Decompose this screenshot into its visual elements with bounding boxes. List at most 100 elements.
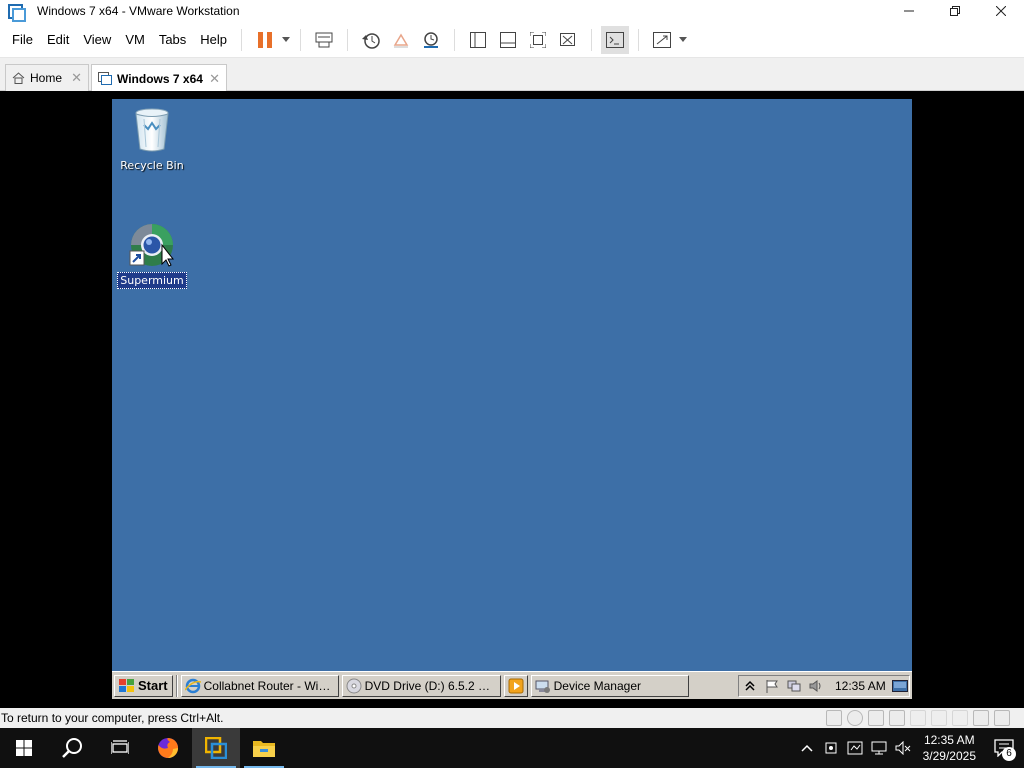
display-icon[interactable] <box>952 710 968 726</box>
tray-chevron-button[interactable] <box>795 728 819 768</box>
menu-edit[interactable]: Edit <box>41 28 75 52</box>
menu-tabs[interactable]: Tabs <box>153 28 192 52</box>
search-icon <box>62 738 82 758</box>
tray-volume-button[interactable] <box>891 728 915 768</box>
tray-volume-muted-icon <box>895 741 910 755</box>
window-title: Windows 7 x64 - VMware Workstation <box>37 4 240 18</box>
windows-start-button[interactable] <box>0 728 48 768</box>
guest-desktop[interactable]: Recycle Bin Supermium Start Collabnet Ro… <box>112 99 912 699</box>
full-screen-button[interactable] <box>524 26 552 54</box>
toolbar-separator <box>638 28 640 51</box>
guest-start-button[interactable]: Start <box>114 674 173 697</box>
menu-help[interactable]: Help <box>194 28 233 52</box>
host-clock[interactable]: 12:35 AM 3/29/2025 <box>923 732 976 764</box>
vm-display[interactable]: Recycle Bin Supermium Start Collabnet Ro… <box>0 91 1024 708</box>
revert-snapshot-button[interactable] <box>387 26 415 54</box>
guest-task-collabnet-router[interactable]: Collabnet Router - Wind... <box>180 674 339 697</box>
search-button[interactable] <box>48 728 96 768</box>
unity-button[interactable] <box>554 26 582 54</box>
tab-vm[interactable]: Windows 7 x64 ✕ <box>91 64 227 92</box>
tab-label: Windows 7 x64 <box>117 71 203 86</box>
menu-view[interactable]: View <box>77 28 117 52</box>
minimize-button[interactable] <box>886 0 932 22</box>
hard-disk-icon[interactable] <box>826 710 842 726</box>
recycle-bin-icon <box>128 105 176 153</box>
printer-icon[interactable] <box>931 710 947 726</box>
vm-settings-icon[interactable] <box>994 710 1010 726</box>
vmware-icon <box>205 737 227 759</box>
power-dropdown[interactable] <box>280 26 292 54</box>
volume-icon[interactable] <box>809 679 823 693</box>
device-icons <box>821 710 1010 726</box>
taskbar-firefox[interactable] <box>144 728 192 768</box>
tray-security-button[interactable] <box>843 728 867 768</box>
vmware-app-icon <box>7 3 26 22</box>
toolbar-separator <box>591 28 593 51</box>
desktop-icon-label: Supermium <box>117 272 187 289</box>
taskbar-file-explorer[interactable] <box>240 728 288 768</box>
network-adapter-icon[interactable] <box>868 710 884 726</box>
close-button[interactable] <box>978 0 1024 22</box>
console-view-button[interactable] <box>601 25 630 54</box>
task-label: Collabnet Router - Wind... <box>203 678 335 693</box>
vmware-statusbar: To return to your computer, press Ctrl+A… <box>0 708 1024 728</box>
full-screen-icon <box>530 31 547 48</box>
thumbnail-bar-button[interactable] <box>494 26 522 54</box>
toolbar-separator <box>300 28 302 51</box>
host-system-tray: 12:35 AM 3/29/2025 6 <box>795 728 1024 768</box>
show-hidden-icon[interactable] <box>743 679 757 693</box>
sound-card-icon[interactable] <box>910 710 926 726</box>
guest-system-tray: 12:35 AM <box>738 675 910 697</box>
tray-app-button[interactable] <box>819 728 843 768</box>
toolbar-separator <box>454 28 456 51</box>
guest-task-device-manager[interactable]: Device Manager <box>530 674 689 697</box>
tab-home[interactable]: Home ✕ <box>5 64 89 91</box>
guest-task-dvd-drive[interactable]: DVD Drive (D:) 6.5.2 driv... <box>341 674 501 697</box>
thumbnail-bar-icon <box>500 31 517 48</box>
pause-icon <box>258 31 273 48</box>
guest-clock[interactable]: 12:35 AM <box>835 679 886 693</box>
windows-start-icon <box>16 740 32 756</box>
menu-vm[interactable]: VM <box>119 28 151 52</box>
action-center-flag-icon[interactable] <box>765 679 779 693</box>
show-desktop-icon[interactable] <box>891 680 908 692</box>
taskbar-vmware[interactable] <box>192 728 240 768</box>
window-titlebar: Windows 7 x64 - VMware Workstation <box>0 0 1024 22</box>
close-tab-icon[interactable]: ✕ <box>209 71 220 87</box>
supermium-icon <box>128 219 176 267</box>
pause-button[interactable] <box>251 26 279 54</box>
usb-icon[interactable] <box>889 710 905 726</box>
stretch-guest-button[interactable] <box>648 26 676 54</box>
guest-task-media[interactable] <box>503 674 528 697</box>
toolbar-separator <box>241 28 243 51</box>
tray-app-icon <box>825 742 837 754</box>
task-view-icon <box>111 740 129 754</box>
desktop-icon-supermium[interactable]: Supermium <box>112 219 192 289</box>
task-label: Device Manager <box>553 678 641 693</box>
network-icon[interactable] <box>787 679 801 693</box>
send-ctrl-alt-del-button[interactable] <box>310 26 338 54</box>
menu-file[interactable]: File <box>6 28 39 52</box>
tray-network-icon <box>871 741 887 755</box>
show-library-icon <box>470 31 487 48</box>
windows-flag-icon <box>119 678 135 693</box>
take-snapshot-button[interactable] <box>357 26 385 54</box>
media-icon <box>508 678 524 693</box>
stretch-dropdown[interactable] <box>677 26 689 54</box>
unity-icon <box>560 32 576 46</box>
tray-security-icon <box>847 741 863 755</box>
message-log-icon[interactable] <box>973 710 989 726</box>
desktop-icon-recycle-bin[interactable]: Recycle Bin <box>112 105 192 173</box>
ie-icon <box>184 678 201 693</box>
file-explorer-icon <box>253 741 275 757</box>
close-tab-icon[interactable]: ✕ <box>71 70 82 86</box>
menu-toolbar: File Edit View VM Tabs Help <box>0 22 1024 58</box>
show-library-button[interactable] <box>464 26 492 54</box>
task-view-button[interactable] <box>96 728 144 768</box>
cd-dvd-icon[interactable] <box>847 710 863 726</box>
tray-chevron-icon <box>801 744 813 752</box>
snapshot-manager-button[interactable] <box>417 26 445 54</box>
tray-network-button[interactable] <box>867 728 891 768</box>
notification-center-button[interactable]: 6 <box>984 728 1024 768</box>
restore-button[interactable] <box>932 0 978 22</box>
